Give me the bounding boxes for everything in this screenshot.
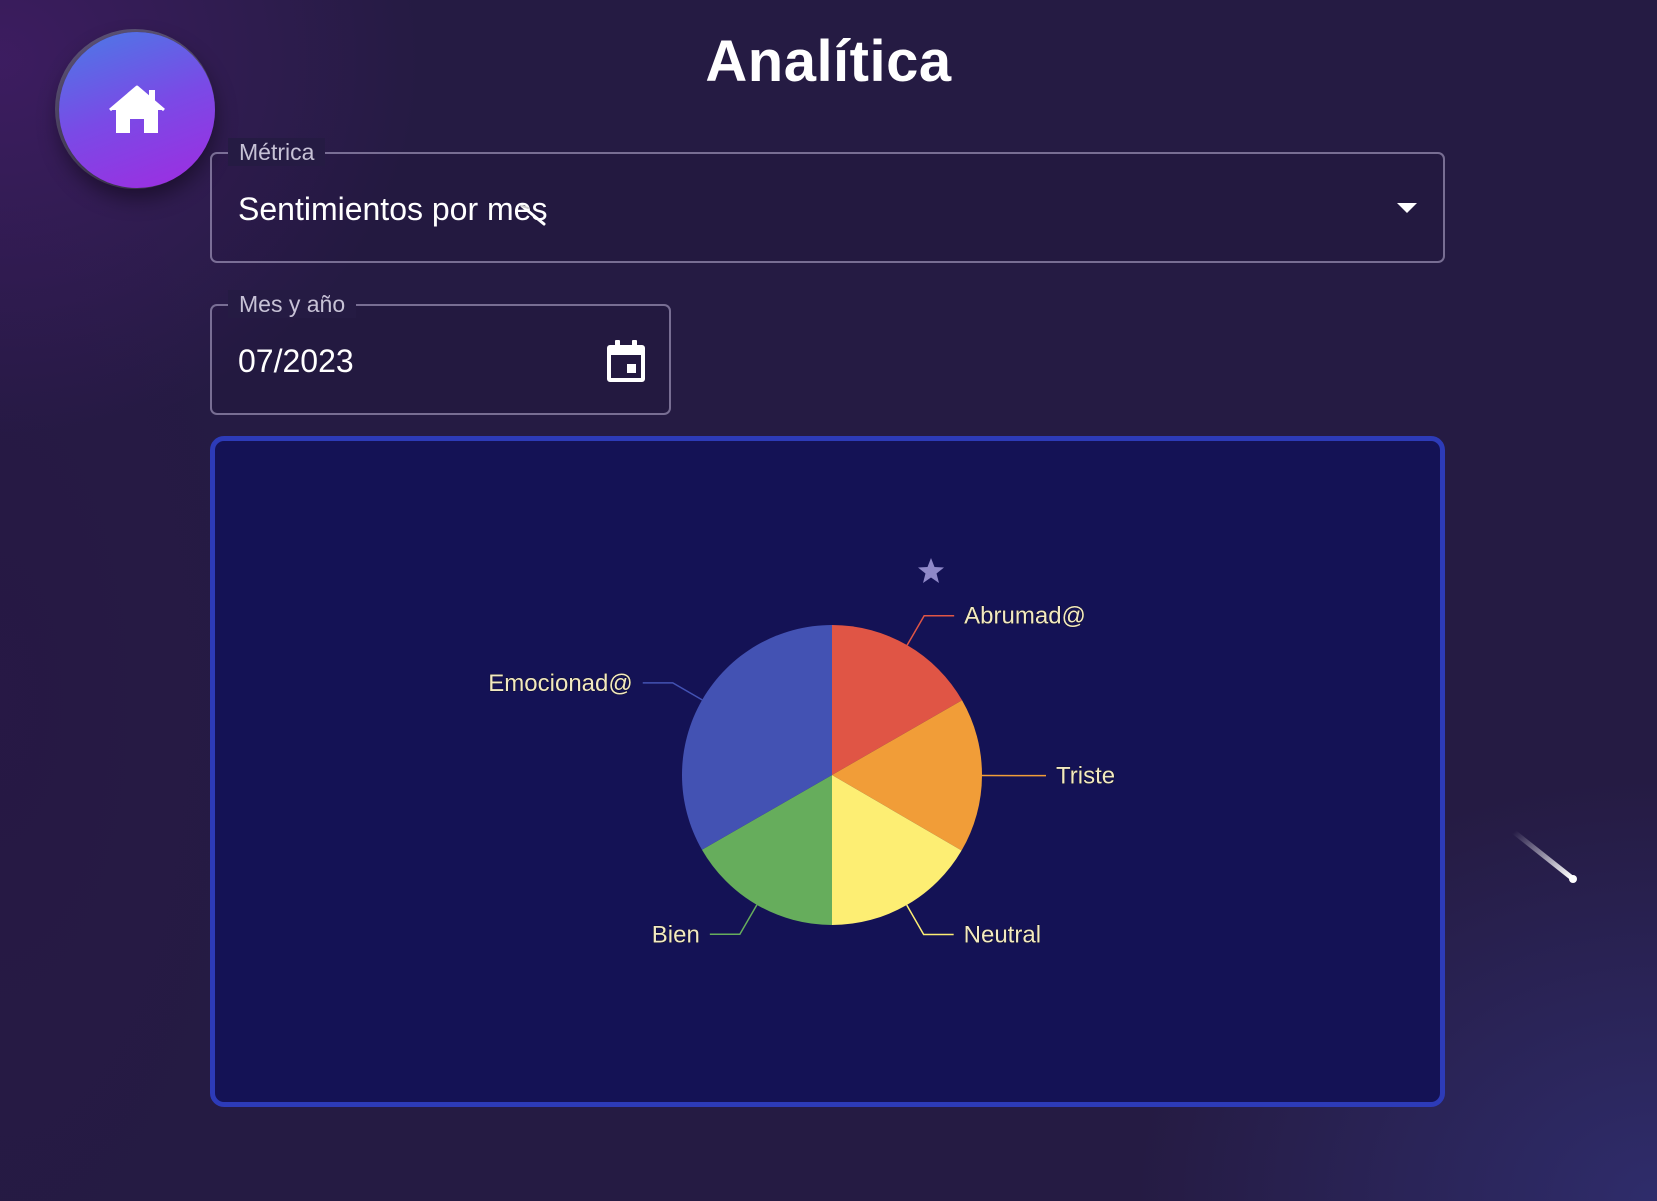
- metric-select-label: Métrica: [228, 138, 326, 166]
- sentiment-pie-chart: Abrumad@ Triste Neutral Bien Emocionad@: [488, 602, 1115, 949]
- shooting-star-icon: [1512, 830, 1577, 883]
- pie-slice-label-0: Abrumad@: [964, 603, 1086, 630]
- pie-leader-line-4: [642, 682, 703, 701]
- pie-slice-label-4: Emocionad@: [488, 670, 632, 697]
- month-year-label: Mes y año: [228, 290, 357, 318]
- pie-slice-label-1: Triste: [1056, 763, 1115, 790]
- chart-panel: Abrumad@ Triste Neutral Bien Emocionad@: [210, 436, 1445, 1107]
- pie-leader-line-0: [906, 614, 955, 646]
- page-title: Analítica: [705, 29, 952, 94]
- metric-select[interactable]: Métrica Sentimientos por mes: [210, 138, 1445, 263]
- chevron-down-icon[interactable]: [1397, 203, 1417, 213]
- pie-slice-label-3: Bien: [652, 921, 700, 948]
- pie-leader-line-3: [709, 904, 758, 936]
- month-year-value: 07/2023: [238, 343, 354, 379]
- mouse-cursor-icon: [520, 204, 546, 226]
- month-year-field[interactable]: Mes y año 07/2023: [210, 290, 671, 415]
- calendar-icon[interactable]: [607, 340, 645, 382]
- pie-slice-label-2: Neutral: [964, 922, 1041, 949]
- metric-select-value: Sentimientos por mes: [238, 191, 548, 227]
- star-icon: [918, 558, 944, 583]
- pie-leader-line-2: [906, 904, 954, 936]
